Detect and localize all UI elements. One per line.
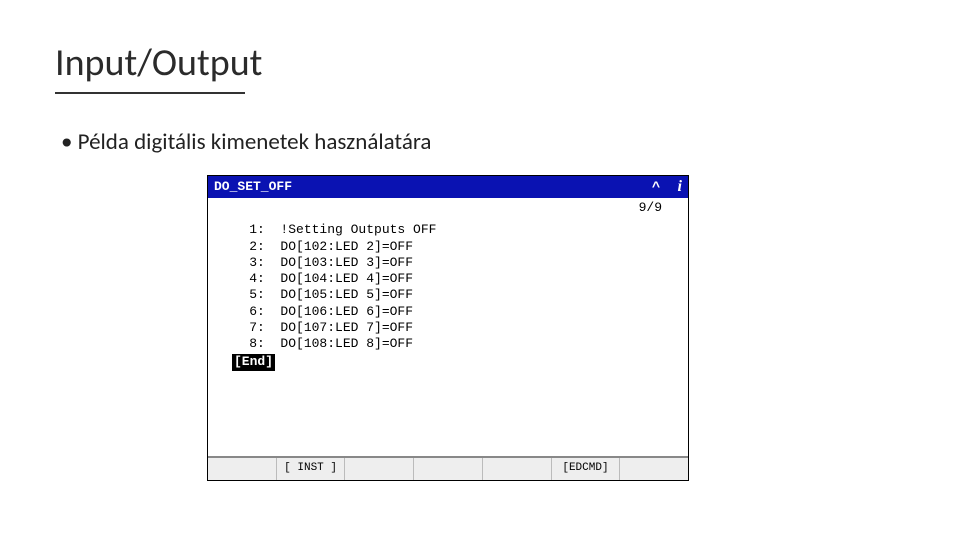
teach-pendant-window: DO_SET_OFF ^ i 9/9 1: !Setting Outputs O…	[207, 175, 689, 481]
slide-title: Input/Output	[55, 40, 905, 86]
code-line: 8: DO[108:LED 8]=OFF	[218, 336, 678, 352]
code-line: 2: DO[102:LED 2]=OFF	[218, 239, 678, 255]
slide: Input/Output Példa digitális kimenetek h…	[0, 0, 960, 540]
softkey-3[interactable]	[345, 458, 414, 480]
softkey-inst[interactable]: [ INST ]	[277, 458, 346, 480]
pendant-titlebar: DO_SET_OFF ^ i	[208, 176, 688, 198]
code-line: 3: DO[103:LED 3]=OFF	[218, 255, 678, 271]
softkey-edcmd[interactable]: [EDCMD]	[552, 458, 621, 480]
code-line: 1: !Setting Outputs OFF	[218, 222, 678, 238]
end-marker: [End]	[232, 354, 275, 370]
title-underline	[55, 92, 245, 94]
line-counter: 9/9	[208, 198, 688, 218]
program-name: DO_SET_OFF	[214, 179, 292, 195]
softkey-4[interactable]	[414, 458, 483, 480]
code-line: 6: DO[106:LED 6]=OFF	[218, 304, 678, 320]
softkey-1[interactable]	[208, 458, 277, 480]
softkey-7[interactable]	[620, 458, 688, 480]
code-line: 7: DO[107:LED 7]=OFF	[218, 320, 678, 336]
softkey-bar: [ INST ] [EDCMD]	[208, 456, 688, 480]
code-line: 5: DO[105:LED 5]=OFF	[218, 287, 678, 303]
slide-bullet: Példa digitális kimenetek használatára	[61, 128, 905, 156]
code-line: 4: DO[104:LED 4]=OFF	[218, 271, 678, 287]
code-area: 1: !Setting Outputs OFF 2: DO[102:LED 2]…	[208, 218, 688, 456]
caret-icon: ^	[652, 178, 660, 196]
softkey-5[interactable]	[483, 458, 552, 480]
info-icon: i	[678, 177, 682, 197]
